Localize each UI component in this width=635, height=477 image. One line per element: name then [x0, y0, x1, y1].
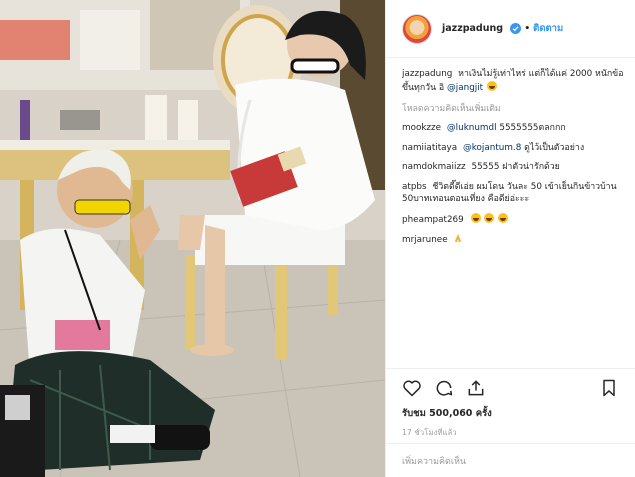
grin-emoji-icon	[470, 212, 481, 223]
post-header: jazzpadung • ติดตาม	[386, 0, 635, 58]
comment-text: ดูไว้เป็นตัวอย่าง	[524, 142, 585, 153]
comment-username[interactable]: pheampat269	[402, 215, 464, 225]
post-photo-illustration	[0, 0, 385, 477]
grin-emoji-icon	[498, 212, 509, 223]
share-icon[interactable]	[466, 378, 486, 398]
grin-emoji-icon	[484, 212, 495, 223]
follow-button[interactable]: ติดตาม	[533, 21, 563, 36]
header-separator: •	[524, 23, 531, 34]
action-icons	[402, 375, 619, 401]
post-actions: รับชม 500,060 ครั้ง 17 ชั่วโมงที่แล้ว	[386, 368, 635, 439]
post-photo[interactable]	[0, 0, 385, 477]
comment-mention[interactable]: @kojantum.8	[463, 143, 521, 153]
bookmark-icon[interactable]	[599, 378, 619, 398]
avatar[interactable]	[402, 13, 432, 44]
caption-username[interactable]: jazzpadung	[402, 69, 452, 79]
view-count[interactable]: รับชม 500,060 ครั้ง	[402, 406, 619, 421]
comment-text: 55555 ฝาตัวน่ารักด้วย	[471, 162, 560, 172]
header-username[interactable]: jazzpadung	[442, 23, 522, 34]
verified-badge-icon	[510, 23, 522, 34]
comment-mention[interactable]: @luknumdl	[447, 123, 497, 133]
comment-username[interactable]: namdokmaiizz	[402, 162, 466, 172]
comment-item: mookzze @luknumdl 5555555ตลกกก	[402, 122, 628, 135]
header-username-text[interactable]: jazzpadung	[442, 23, 503, 34]
post-sidebar: jazzpadung • ติดตาม jazzpadung หาเงินไม่…	[385, 0, 635, 477]
heart-icon[interactable]	[402, 378, 422, 398]
comment-icon[interactable]	[434, 378, 454, 398]
post-timestamp[interactable]: 17 ชั่วโมงที่แล้ว	[402, 427, 619, 439]
comment-item: pheampat269	[402, 212, 628, 227]
comment-text: 5555555ตลกกก	[499, 123, 566, 133]
comment-username[interactable]: mrjarunee	[402, 235, 448, 245]
comment-item: atpbs ชีวิตดี๊ดีเอ่ย ผมโดน วันละ 50 เข้า…	[402, 181, 628, 206]
caption-mention[interactable]: @jangjit	[447, 83, 483, 93]
comments-list[interactable]: jazzpadung หาเงินไม่รู้เท่าไหร่ แต่ก็ได้…	[402, 68, 628, 364]
comment-username[interactable]: atpbs	[402, 182, 427, 192]
smile-emoji-icon	[486, 80, 497, 91]
comment-item: mrjarunee	[402, 233, 628, 247]
praying-hands-emoji-icon	[455, 233, 462, 243]
load-more-comments-link[interactable]: โหลดความคิดเห็นเพิ่มเติม	[402, 101, 628, 115]
caption: jazzpadung หาเงินไม่รู้เท่าไหร่ แต่ก็ได้…	[402, 68, 628, 94]
comment-item: namdokmaiizz 55555 ฝาตัวน่ารักด้วย	[402, 161, 628, 174]
comment-username[interactable]: namiiatitaya	[402, 143, 457, 153]
add-comment-input[interactable]: เพิ่มความคิดเห็น	[386, 443, 635, 477]
comment-item: namiiatitaya @kojantum.8 ดูไว้เป็นตัวอย่…	[402, 142, 628, 155]
comment-username[interactable]: mookzze	[402, 123, 441, 133]
comment-text: ชีวิตดี๊ดีเอ่ย ผมโดน วันละ 50 เข้าเย็นกิ…	[402, 181, 617, 205]
